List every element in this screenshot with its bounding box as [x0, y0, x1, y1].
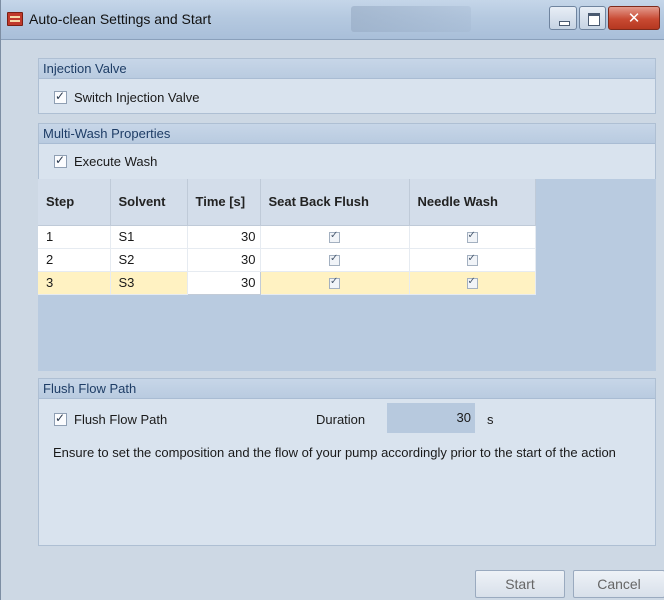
column-header-time[interactable]: Time [s] [187, 179, 261, 226]
step-cell[interactable]: 2 [38, 248, 111, 272]
seat-back-flush-checkbox[interactable] [329, 276, 340, 290]
wash-steps-table-area: Step Solvent Time [s] Seat Back Flush Ne… [38, 179, 656, 371]
time-cell[interactable]: 30 [187, 248, 261, 272]
flush-flow-path-checkbox[interactable] [54, 411, 67, 426]
seat-back-flush-cell[interactable] [260, 248, 410, 272]
table-row[interactable]: 1 S1 30 [38, 225, 536, 249]
execute-wash-label: Execute Wash [74, 154, 158, 169]
needle-wash-checkbox[interactable] [466, 253, 478, 267]
duration-unit: s [487, 412, 494, 427]
time-cell[interactable]: 30 [187, 225, 261, 249]
flush-flow-path-row[interactable]: Flush Flow Path [54, 411, 168, 427]
step-cell[interactable]: 1 [38, 225, 111, 249]
start-button[interactable]: Start [475, 570, 565, 598]
close-button[interactable]: ✕ [608, 6, 660, 30]
needle-wash-checkbox[interactable] [466, 276, 478, 290]
column-header-step[interactable]: Step [38, 179, 111, 226]
minimize-button[interactable] [549, 6, 577, 30]
injection-valve-header: Injection Valve [39, 59, 655, 79]
column-header-seat-back-flush[interactable]: Seat Back Flush [260, 179, 410, 226]
title-bar: Auto-clean Settings and Start ✕ [1, 0, 664, 40]
table-row[interactable]: 2 S2 30 [38, 248, 536, 272]
column-header-solvent[interactable]: Solvent [110, 179, 188, 226]
background-window-blur [351, 6, 471, 32]
step-cell[interactable]: 3 [38, 271, 111, 295]
switch-injection-valve-row[interactable]: Switch Injection Valve [54, 89, 200, 105]
needle-wash-cell[interactable] [409, 225, 536, 249]
cancel-button[interactable]: Cancel [573, 570, 664, 598]
seat-back-flush-cell[interactable] [260, 225, 410, 249]
multi-wash-header: Multi-Wash Properties [39, 124, 655, 144]
flush-flow-path-label: Flush Flow Path [74, 412, 168, 427]
needle-wash-cell[interactable] [409, 248, 536, 272]
solvent-cell[interactable]: S3 [110, 271, 188, 295]
needle-wash-checkbox[interactable] [466, 230, 478, 244]
duration-input[interactable]: 30 [387, 403, 475, 433]
seat-back-flush-cell[interactable] [260, 271, 410, 295]
auto-clean-dialog: Auto-clean Settings and Start ✕ Injectio… [0, 0, 664, 600]
switch-injection-valve-checkbox[interactable] [54, 89, 67, 104]
execute-wash-row[interactable]: Execute Wash [54, 153, 158, 169]
switch-injection-valve-label: Switch Injection Valve [74, 90, 200, 105]
app-icon [7, 12, 23, 26]
needle-wash-cell[interactable] [409, 271, 536, 295]
flush-info-text: Ensure to set the composition and the fl… [53, 445, 616, 460]
injection-valve-group: Injection Valve [38, 58, 656, 114]
window-title: Auto-clean Settings and Start [29, 11, 212, 27]
solvent-cell[interactable]: S1 [110, 225, 188, 249]
seat-back-flush-checkbox[interactable] [329, 230, 340, 244]
column-header-needle-wash[interactable]: Needle Wash [409, 179, 536, 226]
time-cell-editing[interactable]: 30 [186, 270, 261, 295]
seat-back-flush-checkbox[interactable] [329, 253, 340, 267]
wash-steps-table: Step Solvent Time [s] Seat Back Flush Ne… [38, 179, 536, 295]
table-row-selected[interactable]: 3 S3 30 [38, 270, 536, 295]
close-icon: ✕ [627, 9, 641, 27]
solvent-cell[interactable]: S2 [110, 248, 188, 272]
maximize-button[interactable] [579, 6, 606, 30]
duration-label: Duration [316, 412, 366, 427]
flush-flow-path-group: Flush Flow Path [38, 378, 656, 546]
execute-wash-checkbox[interactable] [54, 153, 67, 168]
flush-flow-path-header: Flush Flow Path [39, 379, 655, 399]
